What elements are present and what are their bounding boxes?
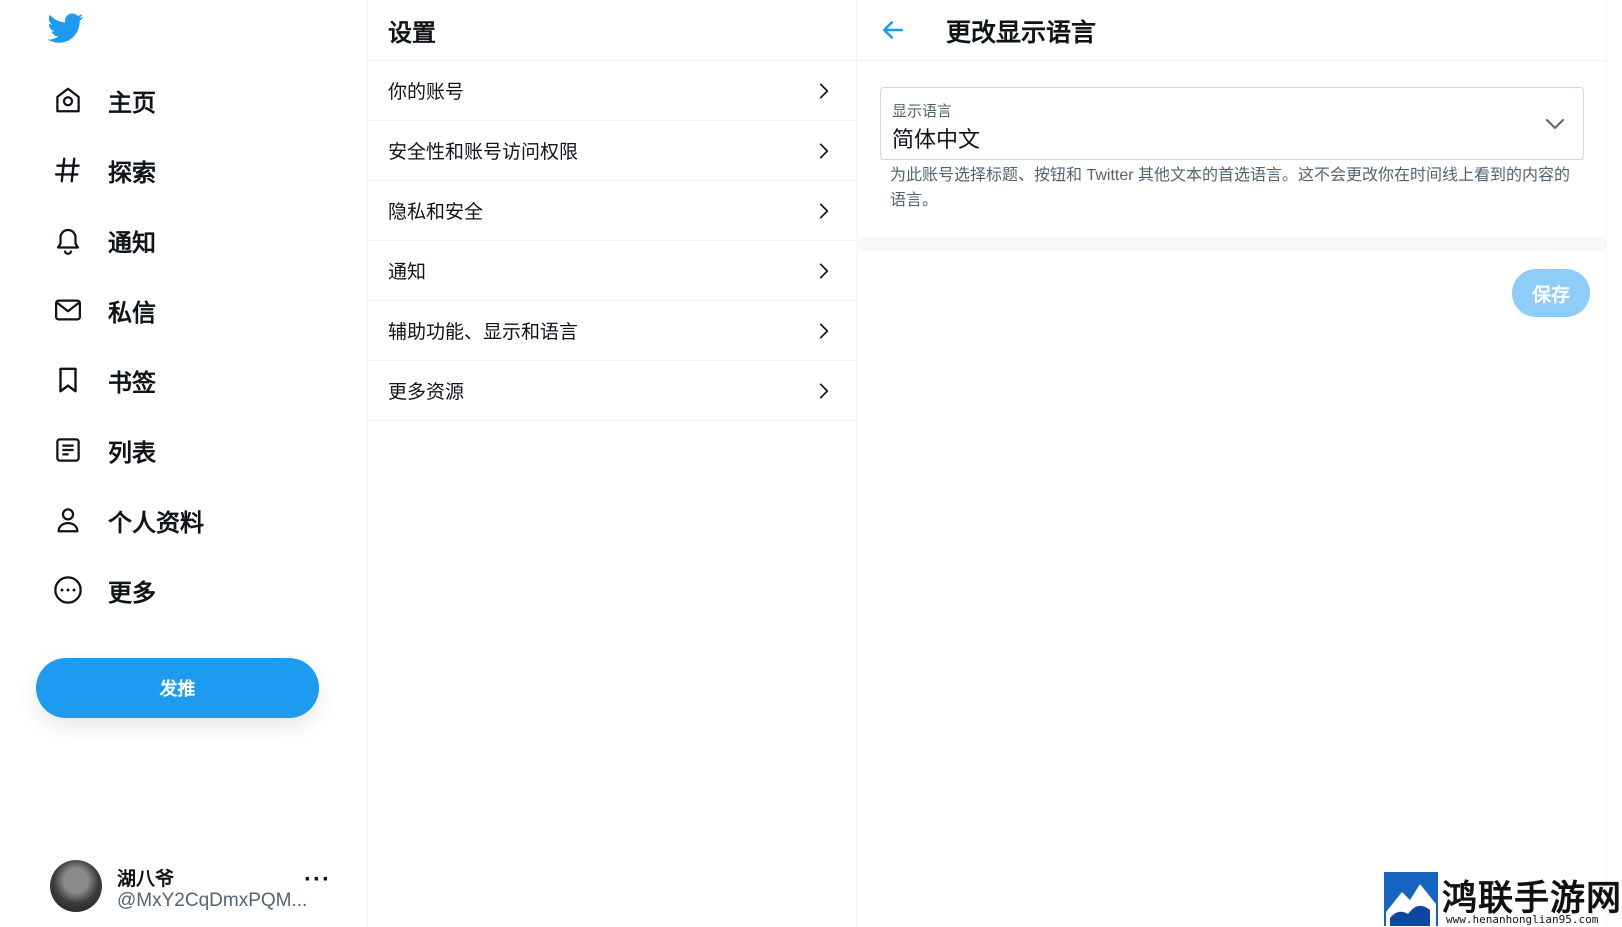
settings-item-security[interactable]: 安全性和账号访问权限 (368, 121, 856, 181)
bookmark-icon (40, 365, 96, 395)
language-header: 更改显示语言 (856, 0, 1606, 61)
list-icon (40, 435, 96, 465)
nav-label: 更多 (108, 579, 156, 607)
nav-label: 列表 (108, 439, 156, 467)
back-arrow-icon[interactable] (878, 15, 908, 45)
language-panel: 更改显示语言 显示语言 简体中文 为此账号选择标题、按钮和 Twitter 其他… (856, 0, 1607, 927)
nav-label: 主页 (108, 89, 156, 117)
select-label: 显示语言 (892, 103, 953, 120)
watermark-url: www.henanhonglian95.com (1446, 913, 1599, 926)
settings-item-resources[interactable]: 更多资源 (368, 361, 856, 421)
watermark-logo-icon (1384, 872, 1438, 926)
page-title: 设置 (388, 19, 436, 47)
chevron-right-icon (819, 323, 829, 338)
settings-item-accessibility[interactable]: 辅助功能、显示和语言 (368, 301, 856, 361)
nav-label: 通知 (108, 229, 156, 257)
avatar (50, 860, 102, 912)
settings-item-label: 隐私和安全 (388, 202, 484, 223)
nav-label: 书签 (108, 369, 156, 397)
account-name: 湖八爷 (117, 869, 175, 890)
chevron-right-icon (819, 263, 829, 278)
settings-item-label: 更多资源 (388, 382, 465, 403)
nav-item-explore[interactable]: 探索 (40, 142, 156, 198)
chevron-right-icon (819, 203, 829, 218)
watermark: 鸿联手游网 www.henanhonglian95.com (1384, 872, 1622, 927)
nav-item-profile[interactable]: 个人资料 (40, 492, 204, 548)
nav-label: 个人资料 (108, 509, 204, 537)
settings-item-label: 辅助功能、显示和语言 (388, 322, 579, 343)
nav-label: 私信 (108, 299, 156, 327)
nav-item-messages[interactable]: 私信 (40, 282, 156, 338)
nav-item-home[interactable]: 主页 (40, 72, 156, 128)
chevron-right-icon (819, 383, 829, 398)
chevron-right-icon (819, 143, 829, 158)
settings-item-label: 安全性和账号访问权限 (388, 142, 579, 163)
nav-item-bookmarks[interactable]: 书签 (40, 352, 156, 408)
nav-item-notifications[interactable]: 通知 (40, 212, 156, 268)
nav-label: 探索 (108, 159, 156, 187)
language-help-text: 为此账号选择标题、按钮和 Twitter 其他文本的首选语言。这不会更改你在时间… (890, 167, 1571, 209)
select-value: 简体中文 (892, 127, 981, 152)
more-circle-icon (40, 574, 96, 606)
chevron-down-icon (1546, 119, 1564, 129)
display-language-select[interactable]: 显示语言 简体中文 (880, 87, 1584, 160)
mail-icon (40, 295, 96, 325)
account-switcher[interactable]: 湖八爷 @MxY2CqDmxPQM... ··· (50, 856, 340, 916)
twitter-bird-icon[interactable] (48, 10, 84, 46)
hashtag-icon (40, 155, 96, 185)
language-title: 更改显示语言 (946, 19, 1097, 47)
nav-item-lists[interactable]: 列表 (40, 422, 156, 478)
settings-item-notifications[interactable]: 通知 (368, 241, 856, 301)
settings-column: 设置 你的账号 安全性和账号访问权限 隐私和安全 通知 辅助功能、显示和语言 更… (367, 0, 857, 927)
settings-item-label: 通知 (388, 262, 427, 283)
tweet-button[interactable]: 发推 (36, 658, 319, 718)
nav-item-more[interactable]: 更多 (40, 562, 156, 618)
settings-header: 设置 (368, 0, 856, 61)
person-icon (40, 505, 96, 535)
settings-item-account[interactable]: 你的账号 (368, 61, 856, 121)
save-button[interactable]: 保存 (1512, 269, 1590, 317)
settings-item-label: 你的账号 (388, 82, 465, 103)
left-navigation: 主页 探索 通知 私信 书签 列表 个人资料 更多 发推 湖八爷 @MxY2Cq… (0, 0, 367, 927)
settings-item-privacy[interactable]: 隐私和安全 (368, 181, 856, 241)
account-more-icon[interactable]: ··· (304, 866, 331, 894)
chevron-right-icon (819, 83, 829, 98)
home-icon (40, 85, 96, 115)
section-divider (856, 237, 1606, 251)
bell-icon (40, 225, 96, 255)
account-handle: @MxY2CqDmxPQM... (117, 890, 308, 911)
